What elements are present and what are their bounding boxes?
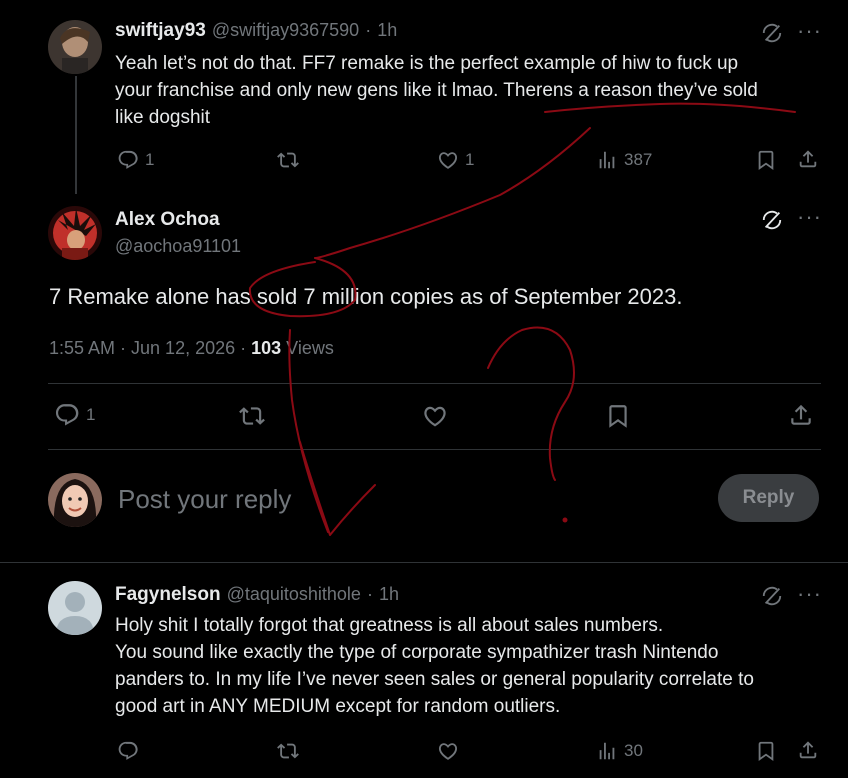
retweet-button[interactable] xyxy=(276,149,300,171)
views-icon xyxy=(596,149,618,171)
views-button[interactable]: 30 xyxy=(596,740,643,762)
reply-submit-button[interactable]: Reply xyxy=(718,474,819,522)
author-name[interactable]: Fagynelson xyxy=(115,584,221,606)
reply-icon xyxy=(117,149,139,171)
reply-button[interactable]: 1 xyxy=(117,149,154,171)
thread-line xyxy=(75,76,77,194)
author-handle[interactable]: @aochoa91101 xyxy=(115,236,241,257)
tweet-text: Yeah let’s not do that. FF7 remake is th… xyxy=(115,53,758,128)
bookmark-icon[interactable] xyxy=(755,740,777,762)
section-divider xyxy=(0,562,848,563)
reply-button[interactable]: 1 xyxy=(54,402,95,428)
reply-icon xyxy=(54,402,80,428)
like-icon[interactable] xyxy=(437,740,459,762)
like-count: 1 xyxy=(465,150,475,169)
like-icon xyxy=(437,149,459,171)
bookmark-icon[interactable] xyxy=(605,403,631,429)
timestamp[interactable]: 1:55 AM · Jun 12, 2026 · xyxy=(49,338,251,358)
grok-icon[interactable] xyxy=(761,209,783,231)
grok-icon[interactable] xyxy=(761,585,783,607)
retweet-icon[interactable] xyxy=(276,740,300,762)
avatar[interactable] xyxy=(48,20,102,74)
connector-stroke xyxy=(314,127,591,259)
author-name[interactable]: Alex Ochoa xyxy=(115,209,220,231)
share-icon[interactable] xyxy=(788,402,814,428)
divider xyxy=(48,383,821,384)
avatar[interactable] xyxy=(48,581,102,635)
reply-input[interactable] xyxy=(116,478,700,520)
more-icon[interactable]: ··· xyxy=(797,204,822,230)
bookmark-icon[interactable] xyxy=(755,149,777,171)
avatar[interactable] xyxy=(48,206,102,260)
views-button[interactable]: 387 xyxy=(596,149,652,171)
retweet-icon[interactable] xyxy=(238,403,266,429)
tweet-meta: 1:55 AM · Jun 12, 2026 · 103 Views xyxy=(49,338,334,359)
views-label: Views xyxy=(281,338,334,358)
more-icon[interactable]: ··· xyxy=(797,581,822,607)
author-handle[interactable]: @taquitoshithole xyxy=(227,584,361,605)
author-handle[interactable]: @swiftjay9367590 xyxy=(212,20,359,41)
separator: · xyxy=(366,584,373,604)
share-icon[interactable] xyxy=(797,148,819,170)
avatar[interactable] xyxy=(48,473,102,527)
timestamp[interactable]: 1h xyxy=(377,20,397,41)
tweet-text: 7 Remake alone has sold 7 million copies… xyxy=(49,284,683,309)
share-icon[interactable] xyxy=(797,739,819,761)
question-mark-stroke xyxy=(487,326,575,481)
retweet-icon xyxy=(276,149,300,171)
like-button[interactable]: 1 xyxy=(437,149,474,171)
divider xyxy=(48,449,821,450)
views-count: 387 xyxy=(624,150,653,169)
views-count: 103 xyxy=(251,338,282,358)
reply-icon[interactable] xyxy=(117,740,139,762)
tweet-text: Holy shit I totally forgot that greatnes… xyxy=(115,615,754,717)
separator: · xyxy=(365,20,372,40)
grok-icon[interactable] xyxy=(761,22,783,44)
author-name[interactable]: swiftjay93 xyxy=(115,20,206,42)
views-icon xyxy=(596,740,618,762)
like-icon[interactable] xyxy=(422,403,448,429)
views-count: 30 xyxy=(624,741,643,760)
reply-count: 1 xyxy=(145,150,155,169)
timestamp[interactable]: 1h xyxy=(379,584,399,605)
more-icon[interactable]: ··· xyxy=(797,18,822,44)
reply-count: 1 xyxy=(86,405,96,424)
